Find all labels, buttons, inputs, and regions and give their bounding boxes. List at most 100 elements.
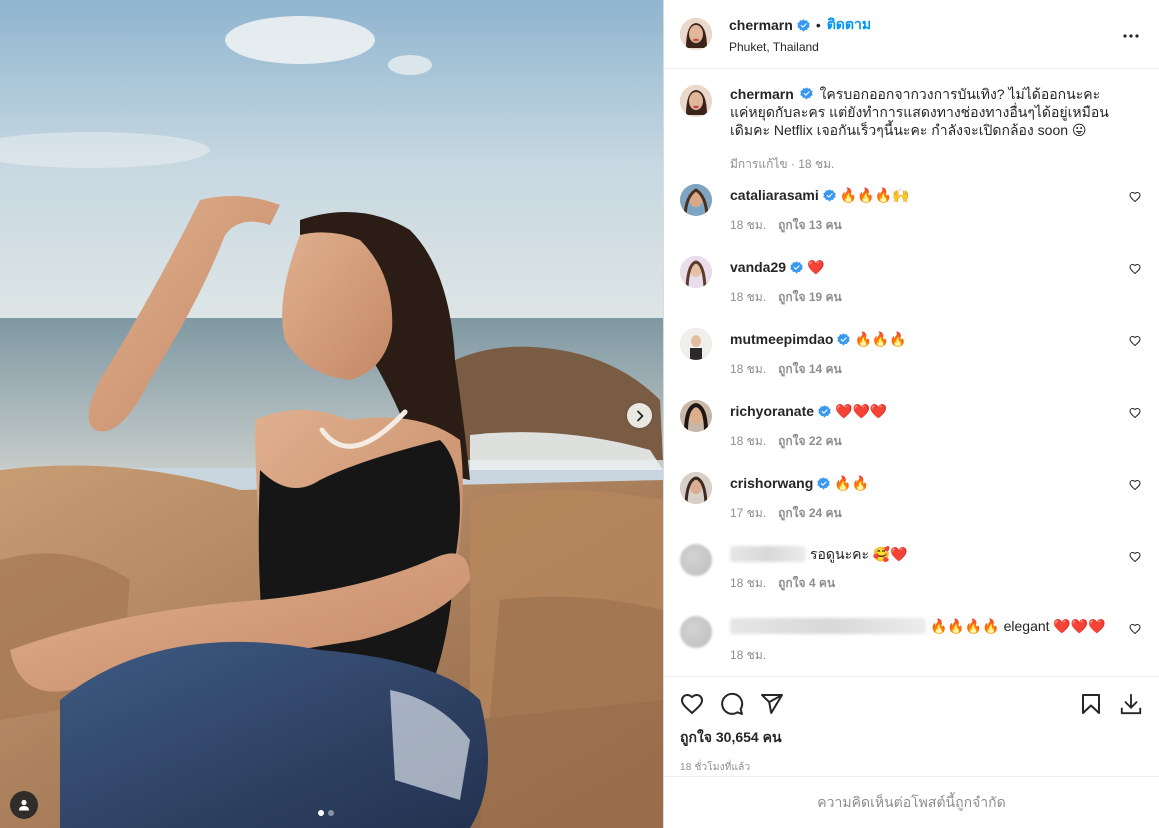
comment-row: 🔥🔥🔥🔥 elegant ❤️❤️❤️ 18 ชม. xyxy=(680,610,1143,676)
verified-badge-icon xyxy=(823,188,836,202)
commenter-avatar[interactable] xyxy=(680,328,712,360)
comment-line: mutmeepimdao 🔥🔥🔥 xyxy=(730,330,907,348)
comment-text: ❤️❤️❤️ xyxy=(835,403,888,419)
comment-likes[interactable]: ถูกใจ 4 คน xyxy=(778,574,835,593)
caption-avatar[interactable] xyxy=(680,85,712,117)
commenter-username-blurred[interactable] xyxy=(730,546,806,562)
commenter-avatar[interactable] xyxy=(680,472,712,504)
commenter-avatar-blurred[interactable] xyxy=(680,616,712,648)
comment-meta: 18 ชม. xyxy=(730,646,1106,665)
comment-line: รอดูนะคะ 🥰❤️ xyxy=(730,546,908,562)
comment-time[interactable]: 18 ชม. xyxy=(730,216,766,235)
bookmark-icon xyxy=(1082,694,1100,714)
share-button[interactable] xyxy=(760,692,784,716)
comment-body: crishorwang 🔥🔥 17 ชม. ถูกใจ 24 คน xyxy=(730,466,869,538)
caption-username[interactable]: chermarn xyxy=(730,86,794,102)
author-avatar[interactable] xyxy=(680,18,712,50)
comment-likes[interactable]: ถูกใจ 24 คน xyxy=(778,504,842,523)
comment-text: 🔥🔥 xyxy=(834,475,870,491)
header-separator: • xyxy=(815,17,821,33)
commenter-avatar[interactable] xyxy=(680,400,712,432)
comment-meta: 18 ชม. ถูกใจ 22 คน xyxy=(730,432,887,451)
commenter-avatar-image xyxy=(680,256,712,288)
comment-body: mutmeepimdao 🔥🔥🔥 18 ชม. ถูกใจ 14 คน xyxy=(730,322,907,394)
comment-line: vanda29 ❤️ xyxy=(730,258,842,276)
comment-body: cataliarasami 🔥🔥🔥🙌 18 ชม. ถูกใจ 13 คน xyxy=(730,178,909,250)
like-comment-heart-icon[interactable] xyxy=(1129,263,1141,275)
carousel-indicator xyxy=(318,810,334,816)
commenter-avatar-image xyxy=(680,472,712,504)
commenter-username-blurred[interactable] xyxy=(730,618,926,634)
follow-button[interactable]: ติดตาม xyxy=(827,14,871,36)
verified-badge-icon xyxy=(817,476,830,490)
comment-time[interactable]: 18 ชม. xyxy=(730,574,766,593)
save-button[interactable] xyxy=(1079,692,1103,716)
post-actions: ถูกใจ 30,654 คน 18 ชั่วโมงที่แล้ว xyxy=(664,676,1159,776)
post-location[interactable]: Phuket, Thailand xyxy=(729,40,871,54)
like-button[interactable] xyxy=(680,692,704,716)
comment-time[interactable]: 18 ชม. xyxy=(730,432,766,451)
chevron-right-icon xyxy=(636,410,643,421)
comment-meta: 18 ชม. ถูกใจ 13 คน xyxy=(730,216,909,235)
comment-meta: 17 ชม. ถูกใจ 24 คน xyxy=(730,504,869,523)
comment-text: ❤️ xyxy=(807,259,825,275)
post-timestamp[interactable]: 18 ชั่วโมงที่แล้ว xyxy=(680,760,1143,775)
comment-likes[interactable]: ถูกใจ 14 คน xyxy=(778,360,842,379)
carousel-dot xyxy=(328,810,334,816)
post-photo[interactable] xyxy=(0,0,663,828)
tagged-users-button[interactable] xyxy=(10,791,38,819)
user-icon xyxy=(19,799,29,811)
commenter-avatar-image xyxy=(680,328,712,360)
download-button[interactable] xyxy=(1119,692,1143,716)
caption-body: chermarn ใครบอกออกจากวงการบันเทิง? ไม่ได… xyxy=(730,85,1120,174)
comment-row: mutmeepimdao 🔥🔥🔥 18 ชม. ถูกใจ 14 คน xyxy=(680,322,1143,394)
like-comment-heart-icon[interactable] xyxy=(1129,479,1141,491)
comment-time[interactable]: 18 ชม. xyxy=(730,646,766,665)
commenter-username[interactable]: cataliarasami xyxy=(730,186,819,204)
post-side-panel: chermarn • ติดตาม Phuket, Thailand cherm… xyxy=(663,0,1159,828)
comment-likes[interactable]: ถูกใจ 13 คน xyxy=(778,216,842,235)
comments-list[interactable]: chermarn ใครบอกออกจากวงการบันเทิง? ไม่ได… xyxy=(664,69,1159,676)
like-comment-heart-icon[interactable] xyxy=(1129,407,1141,419)
comment-icon xyxy=(721,692,744,715)
like-comment-heart-icon[interactable] xyxy=(1129,551,1141,563)
comment-line: richyoranate ❤️❤️❤️ xyxy=(730,402,887,420)
comment-meta: 18 ชม. ถูกใจ 19 คน xyxy=(730,288,842,307)
comment-likes[interactable]: ถูกใจ 19 คน xyxy=(778,288,842,307)
commenter-avatar[interactable] xyxy=(680,256,712,288)
commenter-avatar-image xyxy=(680,400,712,432)
commenter-avatar-blurred[interactable] xyxy=(680,544,712,576)
download-icon xyxy=(1120,693,1142,715)
like-comment-heart-icon[interactable] xyxy=(1129,335,1141,347)
comment-row: vanda29 ❤️ 18 ชม. ถูกใจ 19 คน xyxy=(680,250,1143,322)
commenter-username[interactable]: crishorwang xyxy=(730,474,813,492)
comment-line: 🔥🔥🔥🔥 elegant ❤️❤️❤️ xyxy=(730,618,1106,634)
like-comment-heart-icon[interactable] xyxy=(1129,191,1141,203)
verified-badge-icon xyxy=(837,332,851,346)
comment-time[interactable]: 18 ชม. xyxy=(730,288,766,307)
commenter-username[interactable]: richyoranate xyxy=(730,402,814,420)
caption-text-block: chermarn ใครบอกออกจากวงการบันเทิง? ไม่ได… xyxy=(730,85,1120,139)
more-horizontal-icon xyxy=(1123,34,1139,38)
author-username[interactable]: chermarn xyxy=(729,17,793,33)
comment-time[interactable]: 17 ชม. xyxy=(730,504,766,523)
comment-button[interactable] xyxy=(720,692,744,716)
comment-row: cataliarasami 🔥🔥🔥🙌 18 ชม. ถูกใจ 13 คน xyxy=(680,178,1143,250)
likes-count[interactable]: ถูกใจ 30,654 คน xyxy=(680,727,1143,749)
comment-body: vanda29 ❤️ 18 ชม. ถูกใจ 19 คน xyxy=(730,250,842,322)
comment-text: 🔥🔥🔥 xyxy=(854,331,907,347)
commenter-username[interactable]: vanda29 xyxy=(730,258,786,276)
comment-likes[interactable]: ถูกใจ 22 คน xyxy=(778,432,842,451)
next-photo-button[interactable] xyxy=(627,403,652,428)
beach-photo-image xyxy=(0,0,663,828)
header-texts: chermarn • ติดตาม Phuket, Thailand xyxy=(729,14,871,54)
caption-meta: มีการแก้ไข · 18 ชม. xyxy=(730,157,835,171)
comment-time[interactable]: 18 ชม. xyxy=(730,360,766,379)
like-comment-heart-icon[interactable] xyxy=(1129,623,1141,635)
commenter-avatar[interactable] xyxy=(680,184,712,216)
commenter-username[interactable]: mutmeepimdao xyxy=(730,330,833,348)
instagram-post-view: chermarn • ติดตาม Phuket, Thailand cherm… xyxy=(0,0,1159,828)
comment-text: รอดูนะคะ 🥰❤️ xyxy=(810,546,908,562)
more-options-button[interactable] xyxy=(1119,24,1143,48)
post-header: chermarn • ติดตาม Phuket, Thailand xyxy=(664,0,1159,69)
